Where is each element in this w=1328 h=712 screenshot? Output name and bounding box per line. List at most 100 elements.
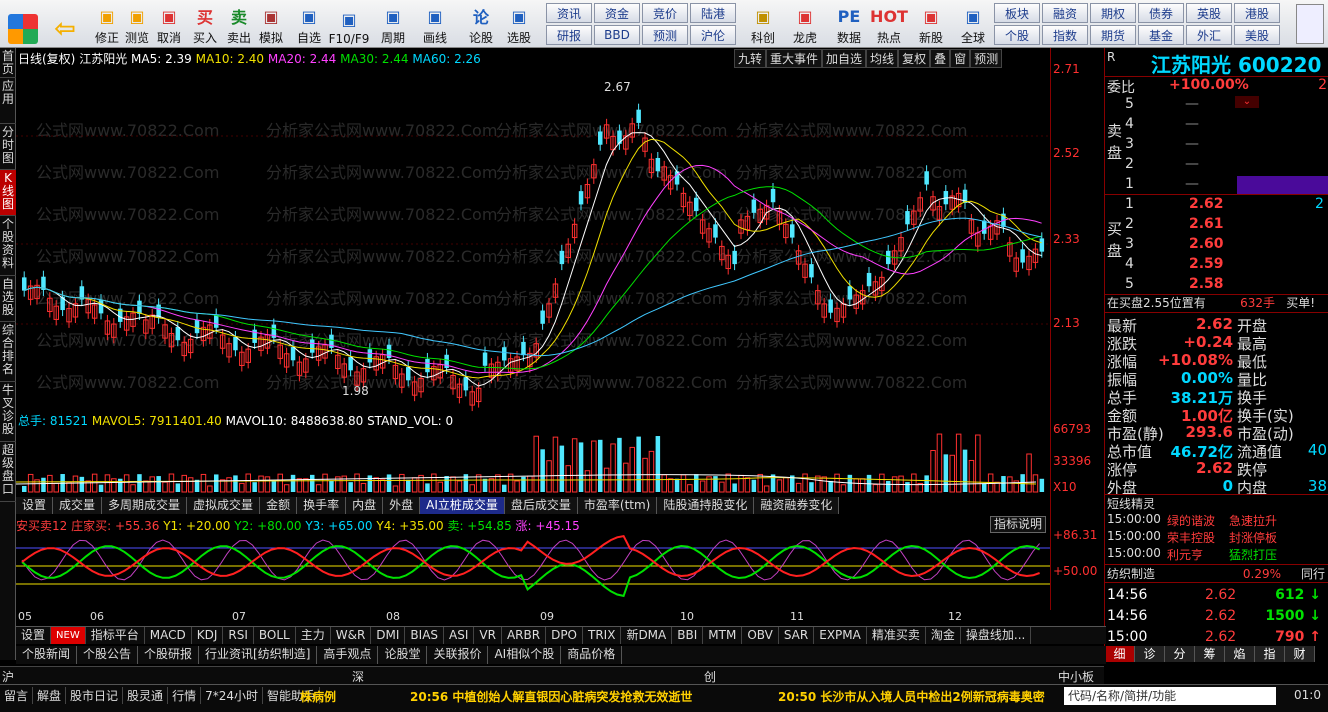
- quote-tab-财[interactable]: 财: [1285, 646, 1315, 662]
- sell-level[interactable]: 3—: [1125, 136, 1325, 154]
- status-item-留言[interactable]: 留言: [0, 687, 34, 704]
- grid-btn-美股[interactable]: 美股: [1234, 25, 1280, 45]
- ind-tab-BOLL[interactable]: BOLL: [254, 627, 296, 644]
- quote-tab-指[interactable]: 指: [1255, 646, 1285, 662]
- news-tab-论股堂[interactable]: 论股堂: [378, 646, 428, 664]
- vol-tab-AI立桩成交量[interactable]: AI立桩成交量: [420, 497, 505, 514]
- 龙虎-button[interactable]: ▣ 龙虎: [786, 2, 824, 46]
- status-item-7*24小时[interactable]: 7*24小时: [201, 687, 263, 704]
- vol-tab-内盘[interactable]: 内盘: [346, 497, 384, 514]
- grid-btn-研报[interactable]: 研报: [546, 25, 592, 45]
- indicator-help-button[interactable]: 指标说明: [990, 516, 1046, 533]
- news-ticker-1[interactable]: 株病例: [300, 688, 336, 705]
- 科创-button[interactable]: ▣ 科创: [744, 2, 782, 46]
- ind-tab-OBV[interactable]: OBV: [742, 627, 779, 644]
- sell-level[interactable]: 4—: [1125, 116, 1325, 134]
- F10/F9-button[interactable]: ▣ F10/F9: [329, 2, 370, 47]
- sell-level[interactable]: 5—: [1125, 96, 1325, 114]
- market-sz[interactable]: 深: [352, 668, 364, 685]
- news-tab-高手观点[interactable]: 高手观点: [317, 646, 379, 664]
- ind-tab-操盘线加...[interactable]: 操盘线加...: [961, 627, 1032, 644]
- news-ticker-2[interactable]: 20:56 中植创始人解直银因心脏病突发抢救无效逝世: [410, 688, 692, 705]
- left-tab-首页[interactable]: 首页: [0, 48, 16, 78]
- news-tab-AI相似个股[interactable]: AI相似个股: [488, 646, 562, 664]
- ind-tab-W&R[interactable]: W&R: [331, 627, 372, 644]
- news-tab-关联报价[interactable]: 关联报价: [427, 646, 489, 664]
- left-tab-分时图[interactable]: 分时图: [0, 124, 16, 170]
- status-item-股市日记[interactable]: 股市日记: [66, 687, 124, 704]
- status-item-解盘[interactable]: 解盘: [33, 687, 67, 704]
- grid-btn-陆港[interactable]: 陆港: [690, 3, 736, 23]
- ind-tab-EXPMA[interactable]: EXPMA: [814, 627, 867, 644]
- left-tab-综合排名[interactable]: 综合排名: [0, 322, 16, 382]
- ind-tab-MACD[interactable]: MACD: [145, 627, 192, 644]
- ind-tab-ARBR[interactable]: ARBR: [502, 627, 547, 644]
- ind-tab-SAR[interactable]: SAR: [779, 627, 815, 644]
- news-tab-行业资讯[纺织制造][interactable]: 行业资讯[纺织制造]: [199, 646, 318, 664]
- ind-tab-指标平台[interactable]: 指标平台: [86, 627, 145, 644]
- search-input[interactable]: 代码/名称/简拼/功能: [1064, 687, 1276, 705]
- sell-level[interactable]: 2—: [1125, 156, 1325, 174]
- ind-tab-BIAS[interactable]: BIAS: [405, 627, 445, 644]
- 取消-button[interactable]: ▣ 取消: [150, 2, 188, 46]
- grid-btn-资金[interactable]: 资金: [594, 3, 640, 23]
- grid-btn-期货[interactable]: 期货: [1090, 25, 1136, 45]
- ind-tab-TRIX[interactable]: TRIX: [583, 627, 622, 644]
- ind-tab-NEW[interactable]: NEW: [51, 627, 86, 644]
- vol-tab-陆股通持股变化[interactable]: 陆股通持股变化: [657, 497, 755, 514]
- quote-tab-分[interactable]: 分: [1165, 646, 1195, 662]
- 热点-button[interactable]: HOT 热点: [870, 2, 908, 46]
- quote-tab-细[interactable]: 细: [1105, 646, 1135, 662]
- 选股-button[interactable]: ▣ 选股: [500, 2, 538, 46]
- news-tab-个股公告[interactable]: 个股公告: [77, 646, 139, 664]
- news-tab-个股新闻[interactable]: 个股新闻: [16, 646, 78, 664]
- 全球-button[interactable]: ▣ 全球: [954, 2, 992, 46]
- ind-tab-设置[interactable]: 设置: [16, 627, 52, 644]
- ind-tab-DPO[interactable]: DPO: [546, 627, 583, 644]
- quote-tab-筹[interactable]: 筹: [1195, 646, 1225, 662]
- grid-btn-港股[interactable]: 港股: [1234, 3, 1280, 23]
- menu-logo-button[interactable]: [4, 2, 42, 46]
- grid-btn-债券[interactable]: 债券: [1138, 3, 1184, 23]
- window-controls[interactable]: [1296, 4, 1324, 44]
- grid-btn-预测[interactable]: 预测: [642, 25, 688, 45]
- status-item-股灵通[interactable]: 股灵通: [123, 687, 169, 704]
- buy-level[interactable]: 3 2.60: [1125, 236, 1325, 254]
- buy-level[interactable]: 1 2.62 2: [1125, 196, 1325, 214]
- short-item[interactable]: 15:00:00 绿的谐波 急速拉升: [1105, 512, 1328, 529]
- buy-level[interactable]: 5 2.58: [1125, 276, 1325, 294]
- ind-tab-ASI[interactable]: ASI: [444, 627, 475, 644]
- news-ticker-3[interactable]: 20:50 长沙市从入境人员中检出2例新冠病毒奥密: [778, 688, 1062, 705]
- grid-btn-英股[interactable]: 英股: [1186, 3, 1232, 23]
- vol-tab-虚拟成交量[interactable]: 虚拟成交量: [187, 497, 261, 514]
- kline-chart-panel[interactable]: 日线(复权) 江苏阳光 MA5: 2.39 MA10: 2.40 MA20: 2…: [16, 48, 1050, 623]
- sector-btn[interactable]: 同行: [1281, 565, 1325, 582]
- vol-tab-金额[interactable]: 金额: [260, 497, 298, 514]
- left-tab-个股资料[interactable]: 个股资料: [0, 216, 16, 276]
- 论股-button[interactable]: 论论股: [462, 2, 500, 46]
- 新股-button[interactable]: ▣ 新股: [912, 2, 950, 46]
- news-tab-个股研报[interactable]: 个股研报: [138, 646, 200, 664]
- left-tab-超级盘口[interactable]: 超级盘口: [0, 442, 16, 502]
- grid-btn-个股[interactable]: 个股: [994, 25, 1040, 45]
- left-tab-牛叉诊股[interactable]: 牛叉诊股: [0, 382, 16, 442]
- grid-btn-资讯[interactable]: 资讯: [546, 3, 592, 23]
- grid-btn-期权[interactable]: 期权: [1090, 3, 1136, 23]
- vol-tab-市盈率(ttm)[interactable]: 市盈率(ttm): [577, 497, 658, 514]
- ind-tab-新DMA[interactable]: 新DMA: [621, 627, 673, 644]
- ind-tab-BBI[interactable]: BBI: [672, 627, 704, 644]
- 周期-button[interactable]: ▣ 周期: [374, 2, 412, 46]
- ind-tab-精准买卖[interactable]: 精准买卖: [867, 627, 926, 644]
- ind-tab-主力[interactable]: 主力: [296, 627, 331, 644]
- 画线-button[interactable]: ▣ 画线: [416, 2, 454, 46]
- market-sh[interactable]: 沪: [2, 668, 14, 685]
- ind-tab-VR[interactable]: VR: [474, 627, 502, 644]
- ind-tab-DMI[interactable]: DMI: [371, 627, 406, 644]
- grid-btn-板块[interactable]: 板块: [994, 3, 1040, 23]
- quote-tab-诊[interactable]: 诊: [1135, 646, 1165, 662]
- vol-tab-盘后成交量[interactable]: 盘后成交量: [504, 497, 578, 514]
- short-item[interactable]: 15:00:00 利元亨 猛烈打压: [1105, 546, 1328, 563]
- 数据-button[interactable]: PE 数据: [830, 2, 868, 46]
- vol-tab-换手率[interactable]: 换手率: [297, 497, 347, 514]
- news-tab-商品价格[interactable]: 商品价格: [561, 646, 623, 664]
